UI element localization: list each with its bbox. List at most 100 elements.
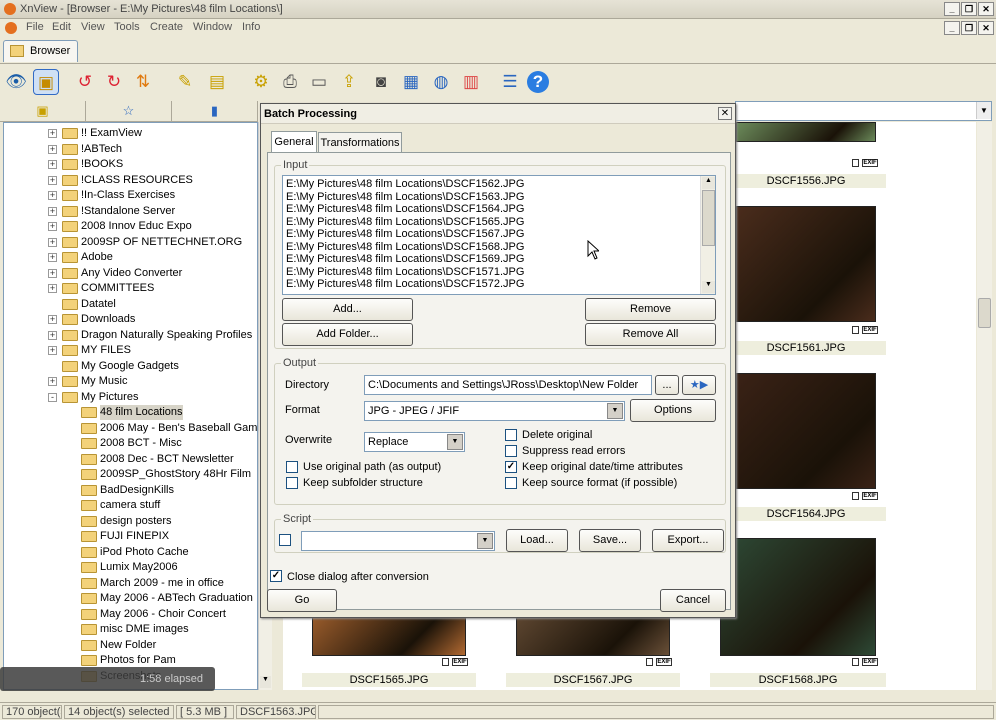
list-scroll-thumb[interactable] [702, 190, 715, 246]
file-list-item[interactable]: E:\My Pictures\48 film Locations\DSCF156… [286, 216, 524, 228]
options-button[interactable]: Options [630, 399, 716, 422]
tree-item[interactable]: + !CLASS RESOURCES [4, 173, 257, 188]
tree-item[interactable]: design posters [4, 514, 257, 529]
tree-item[interactable]: iPod Photo Cache [4, 545, 257, 560]
camera-icon[interactable]: ◙ [368, 69, 394, 95]
tree-item[interactable]: + My Music [4, 374, 257, 389]
keep-format-checkbox[interactable] [505, 477, 517, 489]
tree-item[interactable]: + Any Video Converter [4, 266, 257, 281]
use-original-path-checkbox[interactable] [286, 461, 298, 473]
restore-icon[interactable]: ❐ [961, 2, 977, 16]
scroll-thumb[interactable] [978, 298, 991, 328]
file-list-item[interactable]: E:\My Pictures\48 film Locations\DSCF156… [286, 228, 524, 240]
thumbnail-label[interactable]: DSCF1565.JPG [302, 673, 476, 687]
tree-item[interactable]: + !! ExamView [4, 126, 257, 141]
directory-input[interactable]: C:\Documents and Settings\JRoss\Desktop\… [364, 375, 652, 395]
tree-item[interactable]: 2008 Dec - BCT Newsletter [4, 452, 257, 467]
go-button[interactable]: Go [267, 589, 337, 612]
tree-item[interactable]: - My Pictures [4, 390, 257, 405]
tree-item[interactable]: + MY FILES [4, 343, 257, 358]
thumbnail-label[interactable]: DSCF1567.JPG [506, 673, 680, 687]
tree-item[interactable]: 48 film Locations [4, 405, 257, 420]
tree-item[interactable]: 2006 May - Ben's Baseball Game [4, 421, 257, 436]
contact-sheet-icon[interactable]: ▥ [458, 69, 484, 95]
file-list-scrollbar[interactable]: ▲ ▼ [700, 176, 715, 294]
tree-item[interactable]: + Downloads [4, 312, 257, 327]
export-icon[interactable]: ⇪ [336, 69, 362, 95]
rotate-right-icon[interactable]: ↻ [101, 69, 127, 95]
tree-item[interactable]: Datatel [4, 297, 257, 312]
expand-icon[interactable]: + [48, 237, 57, 247]
collapse-icon[interactable]: - [48, 392, 57, 402]
tree-item[interactable]: 2008 BCT - Misc [4, 436, 257, 451]
rotate-left-icon[interactable]: ↺ [72, 69, 98, 95]
tree-item[interactable]: +2009SP OF NETTECHNET.ORG [4, 235, 257, 250]
tree-item[interactable]: May 2006 - ABTech Graduation [4, 591, 257, 606]
tree-item[interactable]: March 2009 - me in office [4, 576, 257, 591]
tree-item[interactable]: Lumix May2006 [4, 560, 257, 575]
help-icon[interactable]: ? [527, 71, 549, 93]
delete-original-checkbox[interactable] [505, 429, 517, 441]
tree-item[interactable]: camera stuff [4, 498, 257, 513]
close-after-checkbox[interactable]: ✓ [270, 570, 282, 582]
menu-info[interactable]: Info [242, 21, 260, 33]
add-button[interactable]: Add... [282, 298, 413, 321]
scroll-down-icon[interactable]: ▼ [702, 281, 715, 293]
print-icon[interactable]: ⎙ [277, 69, 303, 95]
favorite-folders-icon[interactable]: ★▶ [682, 375, 716, 395]
overwrite-select[interactable]: Replace ▼ [364, 432, 465, 452]
folder-tree[interactable]: + !! ExamView + !ABTech + !BOOKS + !CLASS RESOU… [3, 122, 258, 690]
tree-item[interactable]: Photos for Pam [4, 653, 257, 668]
thumbnail-image[interactable] [720, 538, 876, 656]
browse-button[interactable]: ... [655, 375, 679, 395]
remove-button[interactable]: Remove [585, 298, 716, 321]
thumbnail-image[interactable] [736, 373, 876, 489]
expand-icon[interactable]: + [48, 330, 57, 340]
file-list-item[interactable]: E:\My Pictures\48 film Locations\DSCF156… [286, 241, 524, 253]
expand-icon[interactable]: + [48, 315, 57, 324]
format-select[interactable]: JPG - JPEG / JFIF ▼ [364, 401, 625, 421]
expand-icon[interactable]: + [48, 253, 57, 262]
expand-icon[interactable]: + [48, 268, 57, 278]
file-list-item[interactable]: E:\My Pictures\48 film Locations\DSCF157… [286, 266, 524, 278]
file-list-item[interactable]: E:\My Pictures\48 film Locations\DSCF156… [286, 203, 524, 215]
thumbnail-label[interactable]: DSCF1561.JPG [726, 341, 886, 355]
remove-all-button[interactable]: Remove All [585, 323, 716, 346]
dialog-close-icon[interactable]: ✕ [718, 107, 732, 120]
tree-item[interactable]: + !In-Class Exercises [4, 188, 257, 203]
minimize-icon[interactable]: _ [944, 2, 960, 16]
address-bar[interactable] [735, 101, 992, 121]
address-dropdown-icon[interactable]: ▼ [976, 102, 991, 119]
scroll-up-icon[interactable]: ▲ [702, 177, 715, 189]
properties-icon[interactable]: ☰ [497, 69, 523, 95]
cancel-button[interactable]: Cancel [660, 589, 726, 612]
menu-window[interactable]: Window [193, 21, 232, 33]
categories-tab-icon[interactable]: ▮ [172, 101, 258, 121]
tree-item[interactable]: +2008 Innov Educ Expo [4, 219, 257, 234]
flip-icon[interactable]: ⇅ [130, 69, 156, 95]
expand-icon[interactable]: + [48, 160, 57, 169]
expand-icon[interactable]: + [48, 175, 57, 185]
expand-icon[interactable]: + [48, 284, 57, 293]
open-folder-icon[interactable]: ✎ [172, 69, 198, 95]
tab-general[interactable]: General [271, 131, 317, 153]
favorites-tab-icon[interactable]: ☆ [86, 101, 172, 121]
add-folder-button[interactable]: Add Folder... [282, 323, 413, 346]
doc-restore-icon[interactable]: ❐ [961, 21, 977, 35]
eye-icon[interactable]: 👁 [3, 69, 29, 95]
tree-item[interactable]: BadDesignKills [4, 483, 257, 498]
tree-item[interactable]: + !BOOKS [4, 157, 257, 172]
tree-item[interactable]: misc DME images [4, 622, 257, 637]
file-list-item[interactable]: E:\My Pictures\48 film Locations\DSCF157… [286, 278, 524, 290]
keep-subfolder-checkbox[interactable] [286, 477, 298, 489]
expand-icon[interactable]: + [48, 144, 57, 154]
menu-view[interactable]: View [81, 21, 105, 33]
suppress-errors-checkbox[interactable] [505, 445, 517, 457]
tree-item[interactable]: + COMMITTEES [4, 281, 257, 296]
thumbnail-label[interactable]: DSCF1564.JPG [726, 507, 886, 521]
tree-item[interactable]: 2009SP_GhostStory 48Hr Film [4, 467, 257, 482]
script-select[interactable]: ▼ [301, 531, 495, 551]
tree-item[interactable]: New Folder [4, 638, 257, 653]
thumbnail-image[interactable] [736, 122, 876, 142]
expand-icon[interactable]: + [48, 129, 57, 138]
